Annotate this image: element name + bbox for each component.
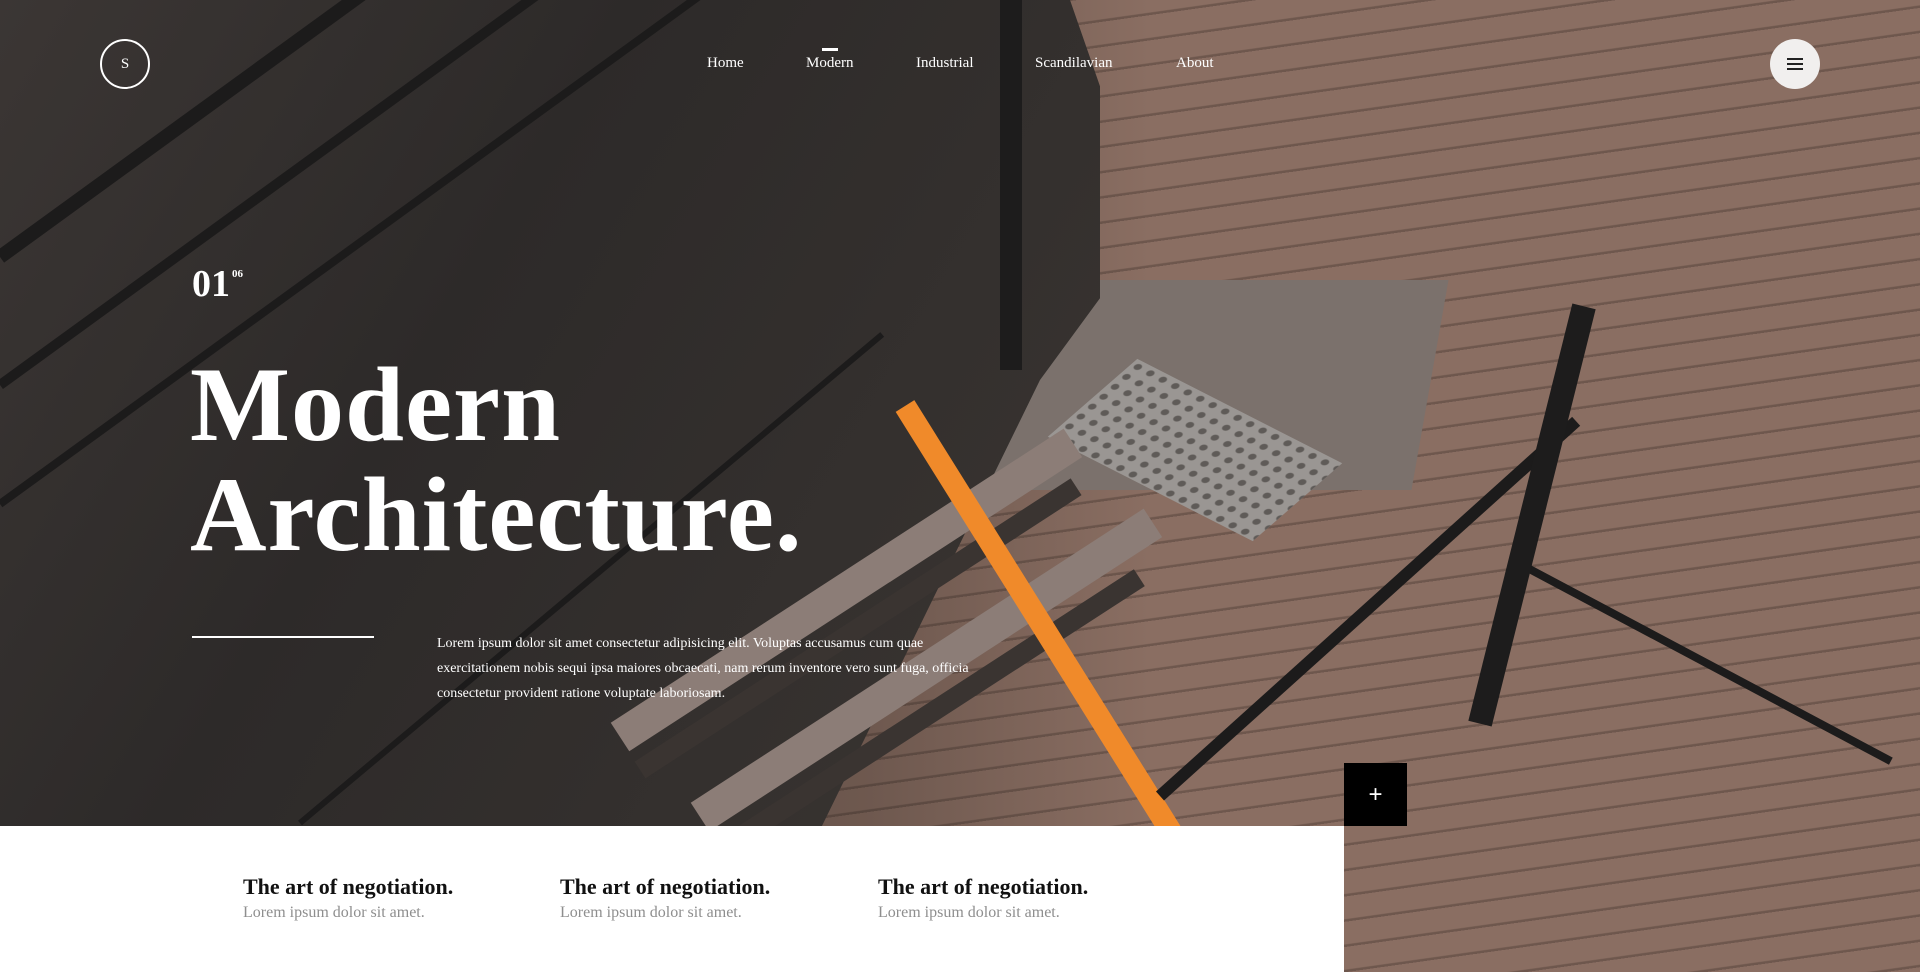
feature-text: Lorem ipsum dolor sit amet. (878, 904, 1060, 921)
active-indicator (821, 48, 838, 51)
slide-total: 06 (232, 268, 243, 280)
expand-plus-button[interactable]: + (1344, 763, 1407, 826)
nav-item-label: Industrial (916, 55, 974, 71)
hero-title: Modern Architecture. (190, 350, 890, 570)
nav-item-about[interactable]: About (1176, 55, 1214, 72)
feature-item: The art of negotiation. Lorem ipsum dolo… (560, 874, 850, 924)
nav-item-scandilavian[interactable]: Scandilavian (1035, 55, 1112, 72)
feature-title: The art of negotiation. (878, 874, 1089, 899)
feature-text: Lorem ipsum dolor sit amet. (243, 904, 425, 921)
nav-item-label: About (1176, 55, 1214, 71)
nav-item-label: Home (707, 55, 744, 71)
railing-post (1468, 303, 1596, 727)
main-navigation: Home Modern Industrial Scandilavian Abou… (0, 48, 1920, 75)
feature-title: The art of negotiation. (560, 874, 771, 899)
nav-item-home[interactable]: Home (707, 55, 744, 72)
menu-button[interactable] (1770, 39, 1820, 89)
nav-item-industrial[interactable]: Industrial (916, 55, 974, 72)
feature-title: The art of negotiation. (243, 874, 454, 899)
slide-counter: 01 06 (192, 262, 243, 306)
feature-item: The art of negotiation. Lorem ipsum dolo… (243, 874, 533, 924)
nav-item-label: Modern (806, 55, 854, 71)
nav-item-modern[interactable]: Modern (806, 48, 854, 72)
hero-description: Lorem ipsum dolor sit amet consectetur a… (437, 636, 969, 701)
handrail (1518, 560, 1893, 765)
hero-title-line2: Architecture. (190, 456, 803, 573)
divider-line (192, 636, 374, 638)
hamburger-menu-icon (1787, 58, 1803, 70)
hero-title-line1: Modern (190, 346, 562, 463)
feature-item: The art of negotiation. Lorem ipsum dolo… (878, 874, 1168, 924)
slide-current: 01 (192, 263, 230, 305)
feature-text: Lorem ipsum dolor sit amet. (560, 904, 742, 921)
nav-item-label: Scandilavian (1035, 55, 1113, 71)
plus-icon: + (1368, 780, 1383, 808)
